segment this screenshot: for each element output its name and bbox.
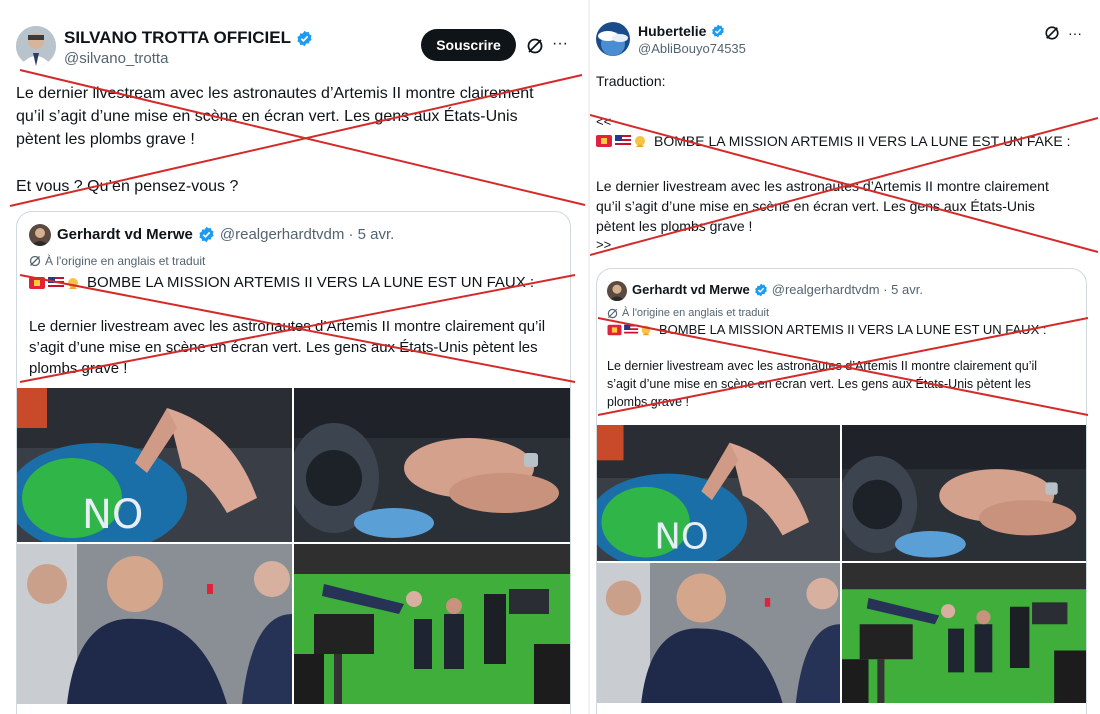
- verified-badge-icon: [754, 283, 767, 296]
- post-body-line3: pètent les plombs grave !: [596, 218, 753, 234]
- translate-icon: [607, 308, 618, 318]
- post-body-line3: pètent les plombs grave !: [16, 131, 195, 148]
- quote-body-line1: Le dernier livestream avec les astronaut…: [607, 359, 1038, 373]
- verified-badge-icon: [712, 24, 725, 38]
- author-avatar[interactable]: [596, 22, 630, 56]
- quote-author-name[interactable]: Gerhardt vd Merwe: [632, 282, 750, 297]
- quote-author-avatar: [29, 224, 51, 246]
- quote-header: Gerhardt vd Merwe @realgerhardtvdm · 5 a…: [632, 282, 923, 297]
- quote-image-2[interactable]: [842, 425, 1086, 561]
- quote-author-meta: @realgerhardtvdm · 5 avr.: [771, 282, 923, 297]
- post-body-line2: qu’il s’agit d’une mise en scène en écra…: [596, 198, 1035, 214]
- quote-body-line3: plombs grave !: [29, 360, 128, 377]
- flag-icons: [607, 324, 651, 335]
- open-quote-marks: <<: [596, 114, 612, 129]
- flag-icons: [596, 135, 645, 147]
- quote-image-1[interactable]: NO: [17, 388, 292, 542]
- translate-icon: [29, 255, 41, 267]
- author-name[interactable]: Hubertelie: [638, 23, 706, 39]
- author-name-row: SILVANO TROTTA OFFICIEL: [64, 28, 313, 48]
- quote-header: Gerhardt vd Merwe @realgerhardtvdm · 5 a…: [57, 226, 394, 243]
- quote-body-line3: plombs grave !: [607, 395, 689, 409]
- translation-label: Traduction:: [596, 73, 666, 89]
- svg-text:NO: NO: [654, 517, 708, 558]
- translated-note-text: À l'origine en anglais et traduit: [622, 307, 770, 319]
- quoted-post-card[interactable]: Gerhardt vd Merwe @realgerhardtvdm · 5 a…: [16, 211, 571, 714]
- author-avatar[interactable]: [16, 26, 56, 66]
- quote-body: Le dernier livestream avec les astronaut…: [29, 316, 545, 379]
- quote-headline: BOMBE LA MISSION ARTEMIS II VERS LA LUNE…: [659, 322, 1047, 337]
- quote-author-name[interactable]: Gerhardt vd Merwe: [57, 226, 193, 243]
- quote-image-1[interactable]: NO: [597, 425, 840, 561]
- left-post-panel: SILVANO TROTTA OFFICIEL @silvano_trotta …: [0, 0, 590, 714]
- headline-row: BOMBE LA MISSION ARTEMIS II VERS LA LUNE…: [596, 133, 1071, 149]
- headline: BOMBE LA MISSION ARTEMIS II VERS LA LUNE…: [654, 133, 1071, 149]
- translated-note[interactable]: À l'origine en anglais et traduit: [607, 307, 769, 319]
- quote-image-4[interactable]: [842, 563, 1086, 703]
- quoted-post-card[interactable]: Gerhardt vd Merwe @realgerhardtvdm · 5 a…: [596, 268, 1087, 714]
- quote-image-3[interactable]: [17, 544, 292, 704]
- close-quote-marks: >>: [596, 237, 612, 252]
- quote-headline-row: BOMBE LA MISSION ARTEMIS II VERS LA LUNE…: [607, 322, 1046, 337]
- quote-image-4[interactable]: [294, 544, 570, 704]
- post-body-line1: Le dernier livestream avec les astronaut…: [16, 85, 534, 102]
- post-body: Le dernier livestream avec les astronaut…: [596, 176, 1049, 236]
- author-handle[interactable]: @silvano_trotta: [64, 50, 168, 67]
- right-post-panel: Hubertelie @AbliBouyo74535 ··· Traductio…: [590, 0, 1100, 714]
- grok-icon[interactable]: [526, 37, 544, 55]
- quote-body-line2: s’agit d’une mise en scène en écran vert…: [29, 339, 538, 356]
- more-icon[interactable]: ···: [552, 35, 568, 53]
- translated-note[interactable]: À l'origine en anglais et traduit: [29, 254, 205, 268]
- more-icon[interactable]: ···: [1068, 24, 1082, 42]
- quote-body-line2: s’agit d’une mise en scène en écran vert…: [607, 377, 1031, 391]
- quote-author-avatar: [607, 281, 627, 301]
- grok-icon[interactable]: [1044, 25, 1060, 41]
- author-name[interactable]: SILVANO TROTTA OFFICIEL: [64, 28, 291, 48]
- quote-image-2[interactable]: [294, 388, 570, 542]
- translated-note-text: À l'origine en anglais et traduit: [45, 254, 206, 268]
- post-body-line2: qu’il s’agit d’une mise en scène en écra…: [16, 108, 518, 125]
- author-name-row: Hubertelie: [638, 23, 725, 39]
- post-body-question: Et vous ? Qu’en pensez-vous ?: [16, 178, 239, 195]
- quote-body: Le dernier livestream avec les astronaut…: [607, 357, 1037, 411]
- quote-image-3[interactable]: [597, 563, 840, 703]
- author-handle[interactable]: @AbliBouyo74535: [638, 41, 746, 56]
- subscribe-button[interactable]: Souscrire: [421, 29, 516, 61]
- quote-body-line1: Le dernier livestream avec les astronaut…: [29, 318, 546, 335]
- verified-badge-icon: [199, 226, 214, 243]
- quote-headline-row: BOMBE LA MISSION ARTEMIS II VERS LA LUNE…: [29, 274, 534, 291]
- quote-headline: BOMBE LA MISSION ARTEMIS II VERS LA LUNE…: [87, 274, 535, 291]
- verified-badge-icon: [297, 30, 312, 46]
- svg-text:NO: NO: [82, 492, 143, 538]
- flag-icons: [29, 276, 78, 289]
- post-body-line1: Le dernier livestream avec les astronaut…: [596, 178, 1049, 194]
- quote-author-meta: @realgerhardtvdm · 5 avr.: [219, 226, 395, 243]
